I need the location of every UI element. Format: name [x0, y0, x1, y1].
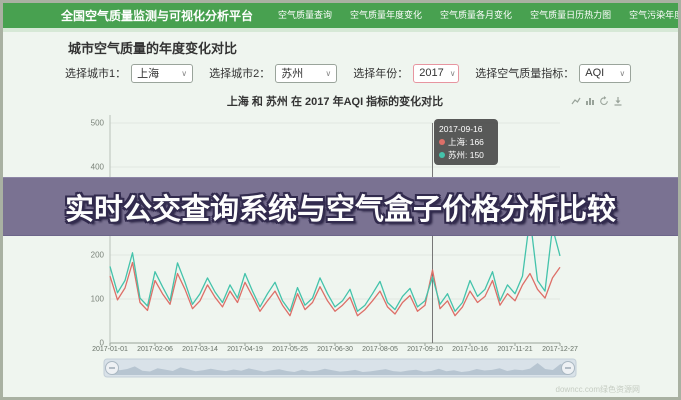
watermark-text: downcc.com绿色资源网 — [556, 384, 640, 395]
y-axis-tick-label: 100 — [70, 295, 104, 304]
promo-banner-text: 实时公交查询系统与空气盒子价格分析比较 — [65, 186, 616, 228]
navbar-accent-strip — [3, 28, 678, 32]
x-axis-tick-label: 2017-10-16 — [452, 346, 488, 353]
metric-label: 选择空气质量指标： — [475, 65, 574, 81]
x-axis-tick-label: 2017-04-19 — [227, 346, 263, 353]
y-axis-tick-label: 200 — [70, 251, 104, 260]
metric-select[interactable]: AQI ∨ — [579, 64, 631, 83]
tooltip-date: 2017-09-16 — [439, 123, 493, 136]
nav-item-4[interactable]: 空气污染年度占比 — [620, 3, 681, 28]
promo-banner: 实时公交查询系统与空气盒子价格分析比较 — [0, 177, 681, 236]
x-axis-tick-label: 2017-09-10 — [407, 346, 443, 353]
x-axis-tick-label: 2017-01-01 — [92, 346, 128, 353]
nav-item-0[interactable]: 空气质量查询 — [269, 3, 341, 28]
x-axis-tick-label: 2017-11-21 — [497, 346, 532, 353]
city2-label: 选择城市2： — [209, 65, 270, 81]
x-axis-tick-label: 2017-08-05 — [362, 346, 398, 353]
tooltip-row: 苏州: 150 — [439, 149, 493, 162]
top-navbar: 全国空气质量监测与可视化分析平台 空气质量查询空气质量年度变化空气质量各月变化空… — [3, 3, 678, 28]
x-axis-tick-label: 2017-05-25 — [272, 346, 308, 353]
x-axis-tick-label: 2017-02-06 — [137, 346, 173, 353]
bar-chart-icon[interactable] — [585, 93, 595, 103]
tooltip-row: 上海: 166 — [439, 136, 493, 149]
brand-title: 全国空气质量监测与可视化分析平台 — [61, 7, 253, 24]
year-label: 选择年份： — [353, 65, 408, 81]
chevron-down-icon: ∨ — [450, 69, 456, 78]
datazoom-right-handle[interactable] — [562, 362, 575, 375]
datazoom-left-handle[interactable] — [106, 362, 119, 375]
metric-value: AQI — [585, 67, 604, 79]
app-window: 全国空气质量监测与可视化分析平台 空气质量查询空气质量年度变化空气质量各月变化空… — [0, 0, 681, 400]
save-image-icon[interactable] — [613, 93, 623, 103]
series-dot-icon — [439, 139, 445, 145]
year-select[interactable]: 2017 ∨ — [413, 64, 459, 83]
series-dot-icon — [439, 152, 445, 158]
city2-select[interactable]: 苏州 ∨ — [275, 64, 337, 83]
x-axis-tick-label: 2017-12-27 — [542, 346, 578, 353]
line-chart-icon[interactable] — [571, 93, 581, 103]
x-axis-tick-label: 2017-06-30 — [317, 346, 353, 353]
city1-select[interactable]: 上海 ∨ — [131, 64, 193, 83]
city1-value: 上海 — [137, 65, 159, 81]
nav-item-1[interactable]: 空气质量年度变化 — [341, 3, 431, 28]
x-axis-tick-label: 2017-03-14 — [182, 346, 218, 353]
restore-icon[interactable] — [599, 93, 609, 103]
nav-menu: 空气质量查询空气质量年度变化空气质量各月变化空气质量日历热力图空气污染年度占比空… — [269, 3, 681, 28]
y-axis-tick-label: 400 — [70, 163, 104, 172]
city1-label: 选择城市1： — [65, 65, 126, 81]
chevron-down-icon: ∨ — [181, 69, 187, 78]
nav-item-2[interactable]: 空气质量各月变化 — [431, 3, 521, 28]
filter-controls: 选择城市1： 上海 ∨ 选择城市2： 苏州 ∨ 选择年份： 2017 ∨ 选择空… — [65, 62, 647, 84]
year-value: 2017 — [419, 67, 443, 79]
y-axis-tick-label: 500 — [70, 119, 104, 128]
chart-title: 上海 和 苏州 在 2017 年AQI 指标的变化对比 — [110, 93, 560, 109]
page-title: 城市空气质量的年度变化对比 — [68, 38, 237, 57]
city2-value: 苏州 — [281, 65, 303, 81]
chevron-down-icon: ∨ — [325, 69, 331, 78]
nav-item-3[interactable]: 空气质量日历热力图 — [521, 3, 620, 28]
chart-tooltip: 2017-09-16 上海: 166苏州: 150 — [434, 119, 498, 165]
chevron-down-icon: ∨ — [619, 69, 625, 78]
chart-toolbox — [571, 93, 623, 103]
